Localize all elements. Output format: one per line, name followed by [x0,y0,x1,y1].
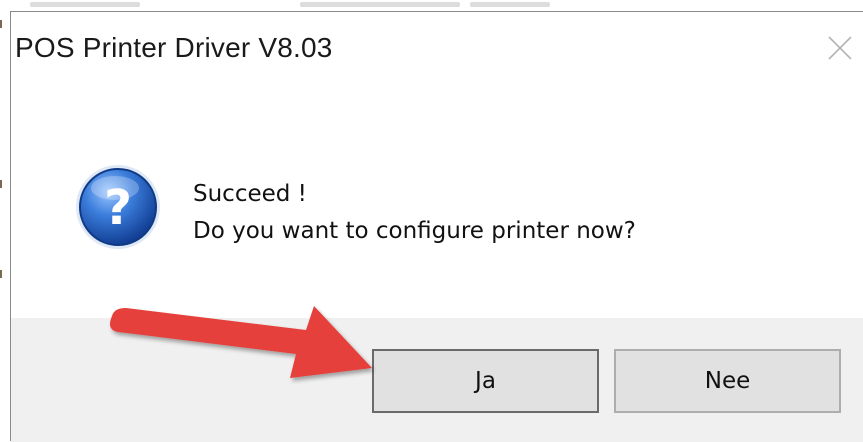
background-edge-mark [0,20,2,28]
background-smudge [470,2,550,7]
no-button[interactable]: Nee [614,349,841,413]
background-edge-mark [0,180,2,188]
close-icon [828,36,852,60]
background-edge-mark [0,270,2,278]
dialog-titlebar[interactable]: POS Printer Driver V8.03 [11,12,863,94]
svg-text:?: ? [104,180,132,236]
dialog-content: ? Succeed ! Do you want to configure pri… [11,94,863,318]
background-smudge [300,2,460,7]
yes-button[interactable]: Ja [372,349,599,413]
message-line-1: Succeed ! [193,181,307,207]
red-arrow-annotation [110,306,372,378]
question-icon: ? [76,165,160,249]
dialog-message: Succeed ! Do you want to configure print… [193,176,636,250]
close-button[interactable] [810,12,863,84]
message-line-2: Do you want to configure printer now? [193,218,636,244]
dialog-title: POS Printer Driver V8.03 [15,32,333,63]
background-smudge [30,2,140,7]
